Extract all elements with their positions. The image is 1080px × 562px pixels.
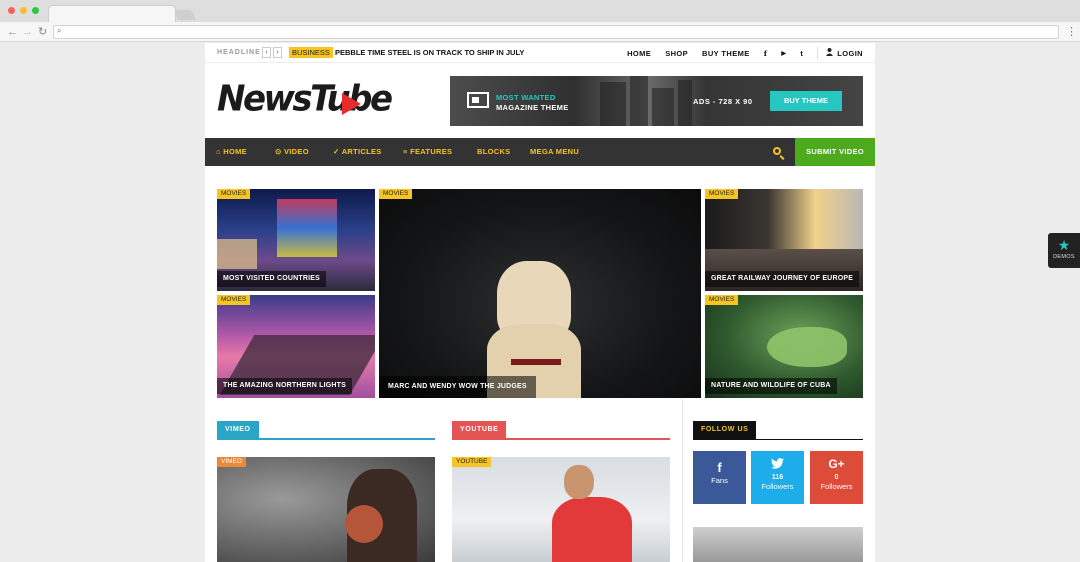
address-bar[interactable]: ⌕: [53, 25, 1059, 39]
browser-titlebar: [0, 0, 1080, 23]
buy-theme-button[interactable]: BUY THEME: [770, 91, 842, 111]
reload-icon[interactable]: ↻: [38, 25, 47, 39]
nav-item-articles[interactable]: ✓ ARTICLES: [333, 138, 382, 166]
forward-arrow-icon[interactable]: →: [22, 25, 33, 39]
tile-category-badge[interactable]: MOVIES: [217, 189, 251, 199]
sidebar-image[interactable]: [693, 527, 863, 562]
check-circle-icon: ✓: [333, 147, 340, 156]
new-tab-button[interactable]: [174, 10, 196, 20]
home-icon: ⌂: [216, 147, 221, 156]
section-title[interactable]: VIMEO: [217, 421, 259, 439]
twitter-icon[interactable]: t: [800, 49, 803, 58]
top-link-home[interactable]: HOME: [627, 49, 651, 58]
featured-tile[interactable]: MOVIES NATURE AND WILDLIFE OF CUBA: [705, 295, 863, 398]
section-head-vimeo: VIMEO: [217, 421, 435, 440]
nav-item-blocks[interactable]: BLOCKS: [477, 138, 510, 166]
tile-title[interactable]: GREAT RAILWAY JOURNEY OF EUROPE: [705, 271, 860, 287]
google-plus-count: 0: [834, 474, 839, 481]
video-thumbnail[interactable]: YOUTUBE: [452, 457, 670, 562]
close-window-button[interactable]: [8, 7, 15, 14]
ad-banner[interactable]: MOST WANTED MAGAZINE THEME ADS - 728 X 9…: [450, 76, 863, 126]
video-thumbnail[interactable]: VIMEO: [217, 457, 435, 562]
google-plus-follow-box[interactable]: G+ 0 Followers: [810, 451, 863, 504]
maximize-window-button[interactable]: [32, 7, 39, 14]
tile-category-badge[interactable]: MOVIES: [379, 189, 413, 199]
section-head-youtube: YOUTUBE: [452, 421, 670, 440]
login-link[interactable]: LOGIN: [837, 49, 863, 58]
search-icon[interactable]: [773, 147, 781, 155]
divider: [817, 47, 819, 59]
facebook-icon: f: [717, 460, 722, 475]
minimize-window-button[interactable]: [20, 7, 27, 14]
facebook-icon[interactable]: f: [764, 49, 768, 58]
demos-label: DEMOS: [1053, 254, 1075, 260]
featured-tile[interactable]: MOVIES MOST VISITED COUNTRIES: [217, 189, 375, 291]
tile-category-badge[interactable]: VIMEO: [217, 457, 246, 467]
tile-title[interactable]: THE AMAZING NORTHERN LIGHTS: [217, 378, 352, 394]
google-plus-icon: G+: [828, 457, 845, 471]
headline-label: HEADLINE: [217, 49, 261, 56]
tile-title[interactable]: MARC AND WENDY WOW THE JUDGES: [379, 376, 536, 398]
top-link-shop[interactable]: SHOP: [665, 49, 688, 58]
star-icon: ★: [1057, 237, 1071, 253]
main-nav: ⌂ HOME ⊙ VIDEO ✓ ARTICLES ≡ FEATURES BLO…: [205, 138, 875, 166]
google-plus-label: Followers: [820, 482, 853, 491]
headline-next-button[interactable]: ›: [273, 47, 282, 58]
section-head-follow-us: FOLLOW US: [693, 421, 863, 440]
twitter-count: 116: [771, 474, 784, 481]
ad-line-1: MOST WANTED: [496, 93, 556, 102]
browser-tab[interactable]: [48, 5, 176, 23]
nav-item-mega-menu[interactable]: MEGA MENU: [530, 138, 579, 166]
featured-tile[interactable]: MOVIES MARC AND WENDY WOW THE JUDGES: [379, 189, 701, 398]
featured-tile[interactable]: MOVIES THE AMAZING NORTHERN LIGHTS: [217, 295, 375, 398]
section-title[interactable]: YOUTUBE: [452, 421, 507, 439]
featured-tile[interactable]: MOVIES GREAT RAILWAY JOURNEY OF EUROPE: [705, 189, 863, 291]
twitter-follow-box[interactable]: 116 Followers: [751, 451, 804, 504]
newspaper-icon: [467, 92, 489, 108]
ad-line-2: MAGAZINE THEME: [496, 103, 569, 112]
browser-menu-icon[interactable]: ⋮: [1066, 25, 1077, 38]
back-arrow-icon[interactable]: ←: [7, 25, 18, 39]
web-page: HEADLINE ‹ › BUSINESS PEBBLE TIME STEEL …: [205, 43, 875, 562]
tile-title[interactable]: MOST VISITED COUNTRIES: [217, 271, 326, 287]
section-title: FOLLOW US: [693, 421, 757, 439]
user-icon: [826, 48, 834, 58]
ad-size-label: ADS - 728 X 90: [693, 97, 753, 106]
headline-ticker-link[interactable]: PEBBLE TIME STEEL IS ON TRACK TO SHIP IN…: [335, 48, 524, 57]
nav-item-features[interactable]: ≡ FEATURES: [403, 138, 452, 166]
nav-item-video[interactable]: ⊙ VIDEO: [275, 138, 309, 166]
twitter-icon: [751, 457, 804, 472]
tile-title[interactable]: NATURE AND WILDLIFE OF CUBA: [705, 378, 837, 394]
logo-play-icon: [342, 93, 361, 115]
nav-label-articles: ARTICLES: [341, 147, 382, 156]
nav-label-features: FEATURES: [410, 147, 453, 156]
play-circle-icon: ⊙: [275, 147, 282, 156]
tile-category-badge[interactable]: MOVIES: [705, 295, 739, 305]
facebook-label: Fans: [711, 476, 728, 485]
headline-category-badge[interactable]: BUSINESS: [289, 47, 333, 58]
nav-label-home: HOME: [223, 147, 247, 156]
twitter-label: Followers: [761, 482, 794, 491]
column-divider: [682, 399, 683, 562]
tile-category-badge[interactable]: YOUTUBE: [452, 457, 492, 467]
headline-prev-button[interactable]: ‹: [262, 47, 271, 58]
search-icon: ⌕: [57, 26, 62, 35]
submit-video-button[interactable]: SUBMIT VIDEO: [795, 138, 875, 166]
nav-item-home[interactable]: ⌂ HOME: [216, 138, 247, 166]
list-icon: ≡: [403, 147, 408, 156]
top-bar: HEADLINE ‹ › BUSINESS PEBBLE TIME STEEL …: [205, 43, 875, 63]
youtube-icon[interactable]: ▶: [781, 50, 786, 57]
site-logo[interactable]: NewsTube: [217, 78, 393, 120]
nav-label-video: VIDEO: [283, 147, 309, 156]
browser-toolbar: ← → ↻ ⌕ ⋮: [0, 22, 1080, 42]
facebook-follow-box[interactable]: f Fans: [693, 451, 746, 504]
tile-category-badge[interactable]: MOVIES: [217, 295, 251, 305]
top-link-buy-theme[interactable]: BUY THEME: [702, 49, 750, 58]
tile-category-badge[interactable]: MOVIES: [705, 189, 739, 199]
demos-button[interactable]: ★ DEMOS: [1048, 233, 1080, 268]
